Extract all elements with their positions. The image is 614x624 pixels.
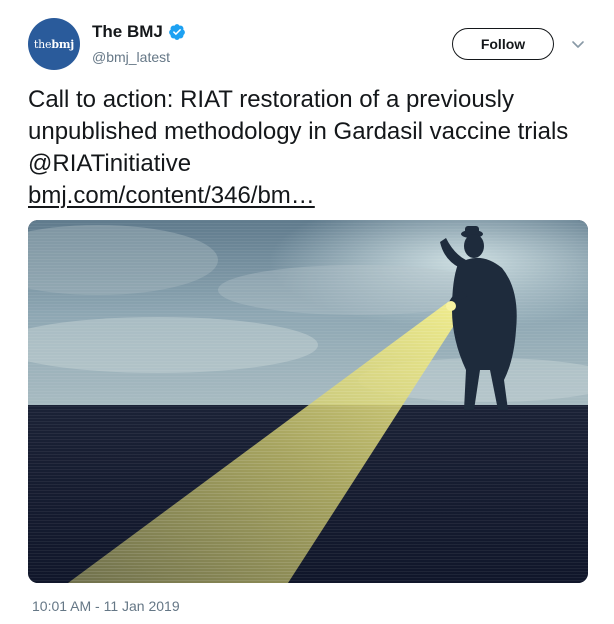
tweet-timestamp[interactable]: 10:01 AM - 11 Jan 2019	[32, 598, 180, 614]
name-row: The BMJ	[92, 22, 186, 42]
display-name[interactable]: The BMJ	[92, 22, 163, 42]
tweet-media-image[interactable]	[28, 220, 588, 583]
verified-badge-icon	[168, 23, 186, 41]
illustration	[28, 220, 588, 583]
tweet-link[interactable]: bmj.com/content/346/bm…	[28, 182, 315, 209]
follow-button[interactable]: Follow	[452, 28, 554, 60]
user-handle[interactable]: @bmj_latest	[92, 49, 170, 65]
tweet-text: Call to action: RIAT restoration of a pr…	[28, 84, 588, 212]
tweet-body: Call to action: RIAT restoration of a pr…	[28, 86, 569, 177]
avatar-logo-text: thebmj	[33, 37, 75, 51]
tweet-card: thebmj The BMJ @bmj_latest Follow Call t…	[0, 0, 614, 624]
chevron-down-icon[interactable]	[570, 36, 586, 52]
avatar[interactable]: thebmj	[28, 18, 80, 70]
